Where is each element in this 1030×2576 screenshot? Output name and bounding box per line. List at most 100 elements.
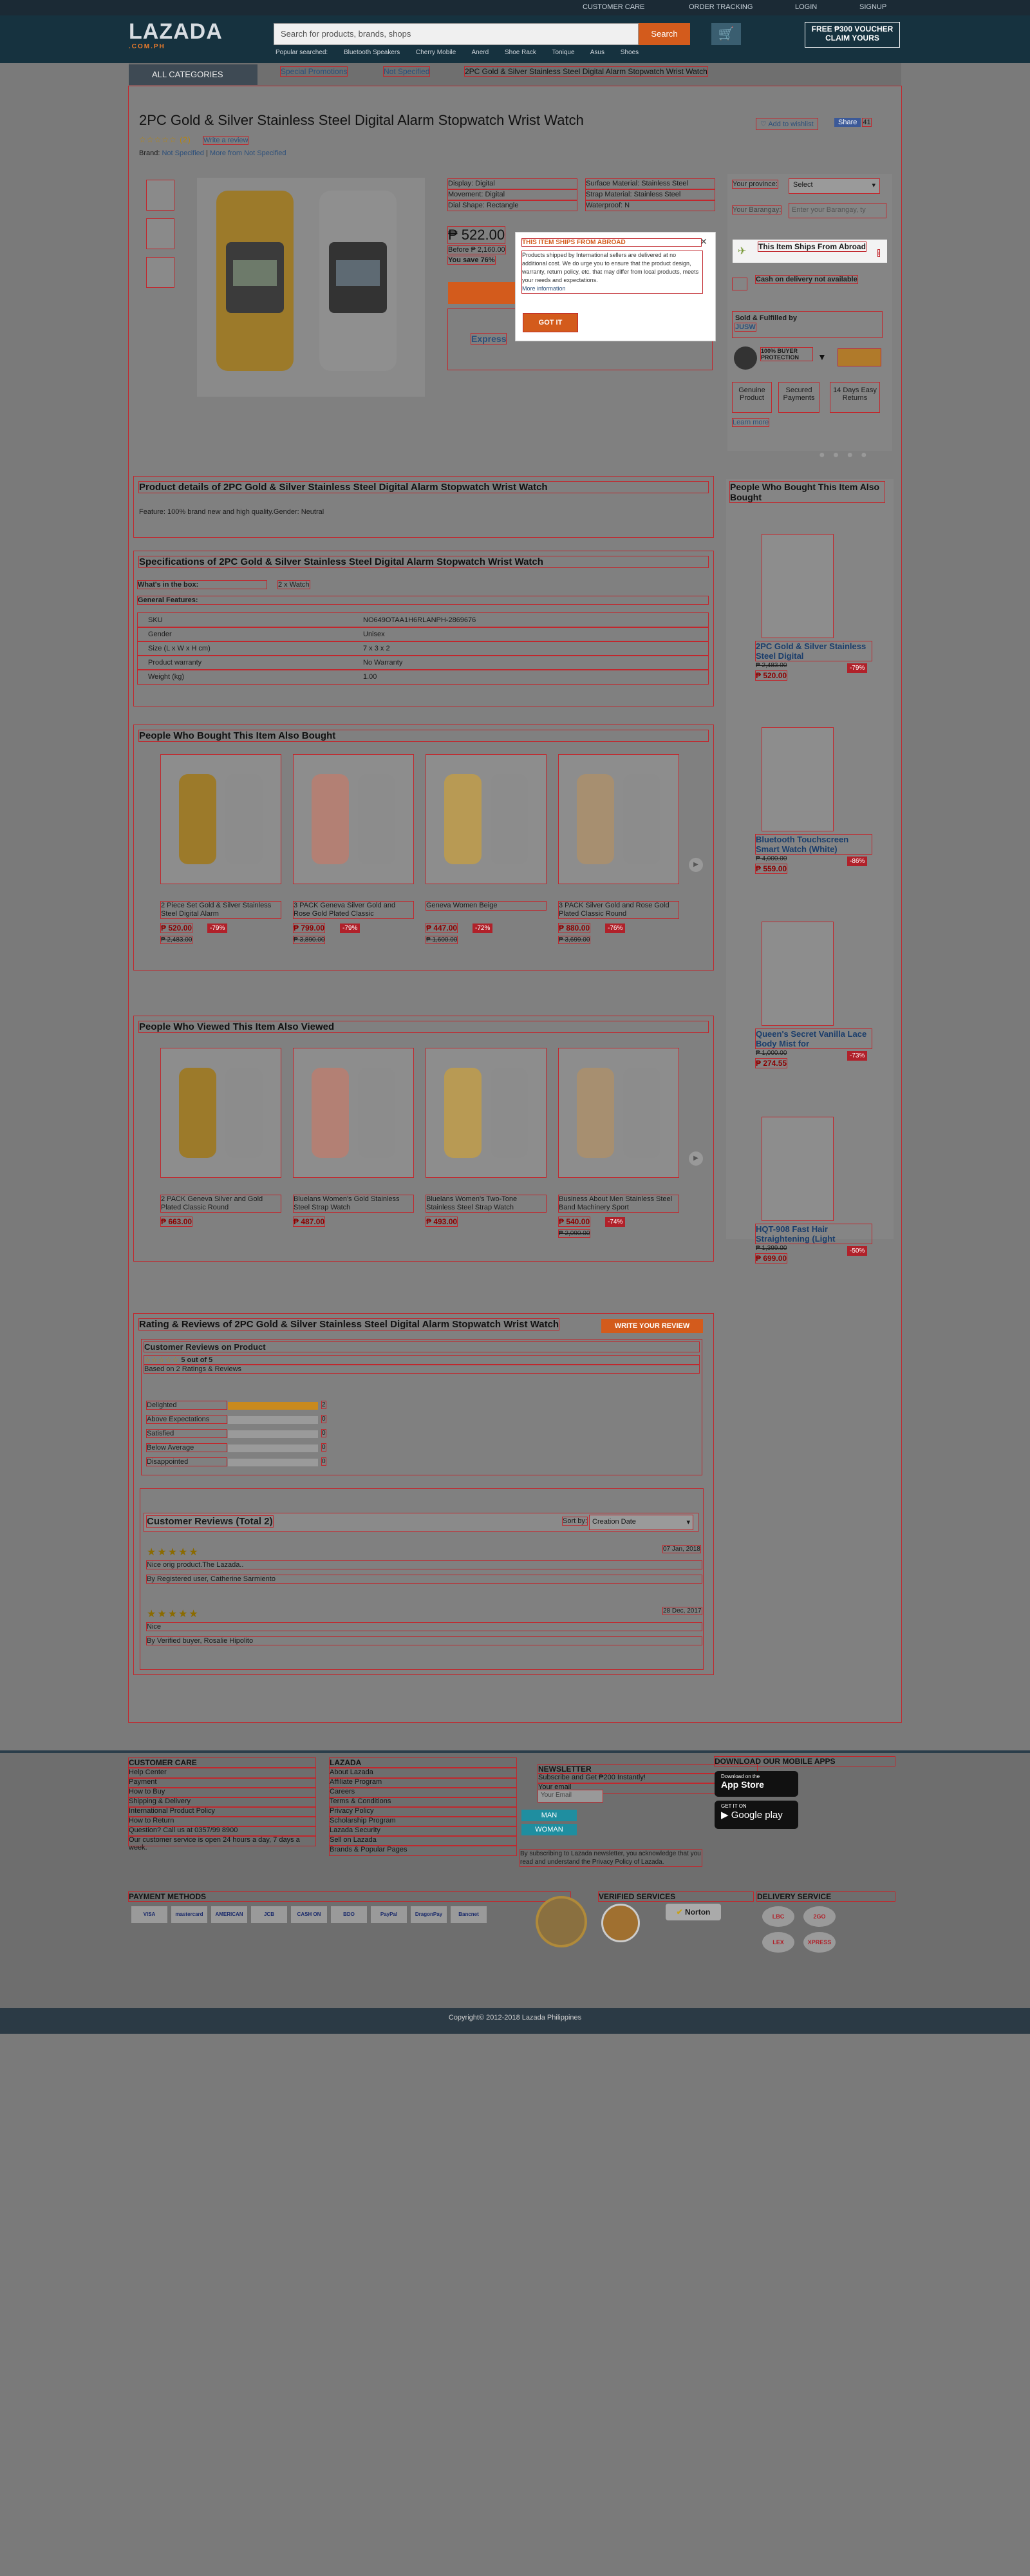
province-select[interactable]: Select ▾ <box>789 178 880 194</box>
barangay-input[interactable]: Enter your Barangay, ty <box>789 203 886 218</box>
footer-link[interactable]: About Lazada <box>329 1768 517 1779</box>
more-from-brand-link[interactable]: More from Not Specified <box>210 149 286 157</box>
discount-badge: -73% <box>847 1051 868 1061</box>
product-image[interactable] <box>426 754 547 884</box>
side-product-name[interactable]: Bluetooth Touchscreen Smart Watch (White… <box>755 834 872 855</box>
popular-item[interactable]: Cherry Mobile <box>416 49 456 56</box>
product-image[interactable] <box>160 1048 281 1178</box>
footer-link[interactable]: Privacy Policy <box>329 1806 517 1817</box>
footer-link[interactable]: Our customer service is open 24 hours a … <box>128 1835 316 1852</box>
product-card-name[interactable]: Geneva Women Beige <box>426 901 547 911</box>
delivery-logo: LBC <box>762 1906 794 1927</box>
share-button[interactable]: Share 41 <box>834 118 872 127</box>
popular-item[interactable]: Shoe Rack <box>505 49 536 56</box>
side-product-name[interactable]: HQT-908 Fast Hair Straightening (Light <box>755 1224 872 1244</box>
footer-link[interactable]: Sell on Lazada <box>329 1835 517 1846</box>
product-details-text: Feature: 100% brand new and high quality… <box>139 508 324 516</box>
info-icon[interactable]: i <box>877 249 880 257</box>
product-card-old-price: ₱ 1,600.00 <box>425 936 458 944</box>
all-categories-button[interactable]: ALL CATEGORIES <box>129 64 258 85</box>
product-card-name[interactable]: Bluelans Women's Two-Tone Stainless Stee… <box>426 1195 547 1213</box>
signup-link[interactable]: SIGNUP <box>859 3 886 11</box>
got-it-button[interactable]: GOT IT <box>523 313 578 332</box>
voucher-banner[interactable]: FREE ₱300 VOUCHER CLAIM YOURS <box>805 22 900 48</box>
thumbnail[interactable] <box>146 218 174 249</box>
side-product-name[interactable]: 2PC Gold & Silver Stainless Steel Digita… <box>755 641 872 661</box>
lazada-logo[interactable]: LAZADA .COM.PH <box>129 19 223 50</box>
popular-item[interactable]: Tonique <box>552 49 575 56</box>
login-link[interactable]: LOGIN <box>795 3 817 11</box>
thumbnail[interactable] <box>146 257 174 288</box>
side-product-image[interactable] <box>762 1117 834 1221</box>
newsletter-woman-button[interactable]: WOMAN <box>521 1824 577 1835</box>
product-card-name[interactable]: 2 Piece Set Gold & Silver Stainless Stee… <box>160 901 281 919</box>
search-input[interactable]: Search for products, brands, shops <box>274 23 639 45</box>
footer-link[interactable]: How to Buy <box>128 1787 316 1798</box>
footer-link[interactable]: Brands & Popular Pages <box>329 1845 517 1856</box>
product-card-price: ₱ 799.00 <box>292 923 326 933</box>
search-button[interactable]: Search <box>639 23 690 45</box>
newsletter-email-input[interactable]: Your Email <box>538 1790 603 1803</box>
seller-link[interactable]: JUSW <box>735 323 756 332</box>
product-image[interactable] <box>160 754 281 884</box>
thumbnail[interactable] <box>146 180 174 211</box>
product-image[interactable] <box>558 754 679 884</box>
footer-link[interactable]: Terms & Conditions <box>329 1797 517 1808</box>
customer-care-link[interactable]: CUSTOMER CARE <box>583 3 644 11</box>
top-bar: CUSTOMER CARE ORDER TRACKING LOGIN SIGNU… <box>0 0 1030 15</box>
footer-link[interactable]: How to Return <box>128 1816 316 1827</box>
more-info-link[interactable]: More information <box>522 285 566 292</box>
newsletter-man-button[interactable]: MAN <box>521 1810 577 1821</box>
footer-link[interactable]: International Product Policy <box>128 1806 316 1817</box>
write-review-button[interactable]: WRITE YOUR REVIEW <box>601 1319 703 1333</box>
add-to-wishlist-button[interactable]: ♡ Add to wishlist <box>756 118 818 130</box>
footer-link[interactable]: Question? Call us at 0357/99 8900 <box>128 1826 316 1837</box>
footer-link[interactable]: Help Center <box>128 1768 316 1779</box>
product-card-name[interactable]: 3 PACK Silver Gold and Rose Gold Plated … <box>558 901 679 919</box>
breadcrumb-item[interactable]: Special Promotions <box>279 66 348 77</box>
popular-item[interactable]: Bluetooth Speakers <box>344 49 400 56</box>
cart-icon[interactable]: 🛒 <box>711 23 741 45</box>
carousel-next-arrow[interactable]: ▶ <box>689 1151 703 1166</box>
order-tracking-link[interactable]: ORDER TRACKING <box>689 3 753 11</box>
footer-link[interactable]: Careers <box>329 1787 517 1798</box>
popular-searches: Popular searched: Bluetooth Speakers Che… <box>276 49 639 56</box>
side-product-name[interactable]: Queen's Secret Vanilla Lace Body Mist fo… <box>755 1028 872 1049</box>
breadcrumb-item[interactable]: Not Specified <box>382 66 431 77</box>
product-card-name[interactable]: Bluelans Women's Gold Stainless Steel St… <box>293 1195 414 1213</box>
side-product-image[interactable] <box>762 534 834 638</box>
product-card-name[interactable]: Business About Men Stainless Steel Band … <box>558 1195 679 1213</box>
popular-item[interactable]: Asus <box>590 49 604 56</box>
product-image[interactable] <box>426 1048 547 1178</box>
watch-illustration <box>444 1068 528 1158</box>
product-card-name[interactable]: 2 PACK Geneva Silver and Gold Plated Cla… <box>160 1195 281 1213</box>
product-image[interactable] <box>558 1048 679 1178</box>
write-review-link[interactable]: Write a review <box>202 136 249 145</box>
footer-link[interactable]: Affiliate Program <box>329 1777 517 1788</box>
popular-item[interactable]: Anerd <box>472 49 489 56</box>
product-image[interactable] <box>293 1048 414 1178</box>
footer-link[interactable]: Scholarship Program <box>329 1816 517 1827</box>
brand-link[interactable]: Not Specified <box>162 149 203 157</box>
side-product-image[interactable] <box>762 922 834 1026</box>
product-main-image[interactable] <box>197 178 425 397</box>
watch-illustration <box>312 774 395 864</box>
product-image[interactable] <box>293 754 414 884</box>
app-store-button[interactable]: Download on the App Store <box>715 1771 798 1797</box>
side-product-old-price: ₱ 1,399.00 <box>756 1245 787 1252</box>
footer-link[interactable]: Shipping & Delivery <box>128 1797 316 1808</box>
close-icon[interactable]: ✕ <box>700 236 707 247</box>
product-card-name[interactable]: 3 PACK Geneva Silver Gold and Rose Gold … <box>293 901 414 919</box>
footer-link[interactable]: Lazada Security <box>329 1826 517 1837</box>
side-product-image[interactable] <box>762 727 834 831</box>
google-play-button[interactable]: GET IT ON ▶ Google play <box>715 1801 798 1829</box>
popular-item[interactable]: Shoes <box>621 49 639 56</box>
pager-dots[interactable]: ●●●● <box>819 450 875 461</box>
sort-select[interactable]: Creation Date ▾ <box>589 1515 693 1530</box>
review-date: 28 Dec, 2017 <box>662 1607 702 1615</box>
rating-count: 0 <box>321 1429 326 1437</box>
learn-more-link[interactable]: Learn more <box>731 418 770 427</box>
footer-link[interactable]: Payment <box>128 1777 316 1788</box>
carousel-next-arrow[interactable]: ▶ <box>689 858 703 872</box>
breadcrumb-current: 2PC Gold & Silver Stainless Steel Digita… <box>464 66 708 77</box>
